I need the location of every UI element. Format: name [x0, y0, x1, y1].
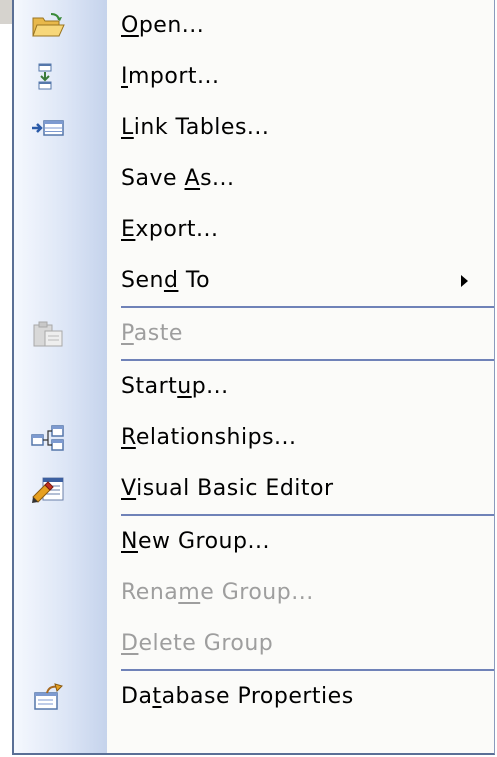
menu-item-label: Paste — [121, 321, 183, 346]
import-icon — [31, 63, 65, 91]
context-menu: Open... Import... Link Tables... Save As… — [12, 0, 495, 755]
menu-item-save-as[interactable]: Save As... — [14, 153, 494, 204]
menu-item-label: Export... — [121, 217, 219, 242]
menu-item-relationships[interactable]: Relationships... — [14, 412, 494, 463]
open-folder-icon — [31, 12, 65, 40]
menu-item-startup[interactable]: Startup... — [14, 361, 494, 412]
menu-item-label: Relationships... — [121, 425, 297, 450]
submenu-arrow-icon — [461, 275, 468, 287]
paste-icon — [31, 320, 65, 348]
visual-basic-editor-icon — [31, 475, 65, 503]
menu-item-delete-group[interactable]: Delete Group — [14, 618, 494, 669]
menu-item-label: Database Properties — [121, 684, 354, 709]
menu-item-label: Startup... — [121, 374, 229, 399]
menu-item-label: Link Tables... — [121, 115, 270, 140]
relationships-icon — [31, 424, 65, 452]
menu-item-label: Visual Basic Editor — [121, 476, 334, 501]
background-window-strip — [0, 0, 12, 24]
menu-item-database-properties[interactable]: Database Properties — [14, 671, 494, 722]
database-properties-icon — [31, 683, 65, 711]
menu-item-rename-group[interactable]: Rename Group... — [14, 567, 494, 618]
menu-item-export[interactable]: Export... — [14, 204, 494, 255]
menu-item-send-to[interactable]: Send To — [14, 255, 494, 306]
menu-item-paste[interactable]: Paste — [14, 308, 494, 359]
menu-item-visual-basic-editor[interactable]: Visual Basic Editor — [14, 463, 494, 514]
menu-item-new-group[interactable]: New Group... — [14, 516, 494, 567]
menu-item-open[interactable]: Open... — [14, 0, 494, 51]
menu-item-label: Delete Group — [121, 631, 274, 656]
menu-item-label: New Group... — [121, 529, 270, 554]
menu-item-import[interactable]: Import... — [14, 51, 494, 102]
menu-item-label: Send To — [121, 268, 211, 293]
link-tables-icon — [31, 114, 65, 142]
menu-item-label: Open... — [121, 13, 205, 38]
menu-item-link-tables[interactable]: Link Tables... — [14, 102, 494, 153]
menu-item-label: Save As... — [121, 166, 235, 191]
menu-item-label: Import... — [121, 64, 220, 89]
menu-items: Open... Import... Link Tables... Save As… — [14, 0, 494, 722]
menu-item-label: Rename Group... — [121, 580, 314, 605]
